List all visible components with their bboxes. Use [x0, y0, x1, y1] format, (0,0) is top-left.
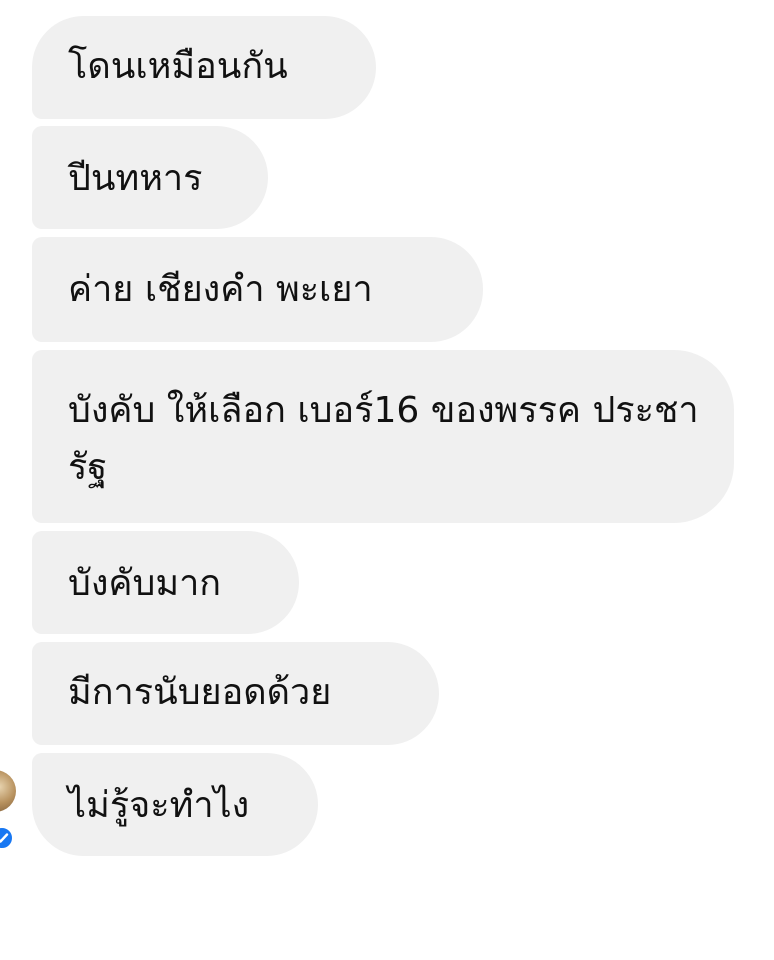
message-bubble[interactable]: ไม่รู้จะทำไง	[32, 753, 318, 856]
message-thread: โดนเหมือนกัน ปีนทหาร ค่าย เชียงคำ พะเยา …	[0, 0, 774, 960]
message-bubble[interactable]: ค่าย เชียงคำ พะเยา	[32, 237, 483, 342]
message-bubble[interactable]: ปีนทหาร	[32, 126, 268, 229]
message-bubble[interactable]: มีการนับยอดด้วย	[32, 642, 439, 745]
message-bubble[interactable]: บังคับมาก	[32, 531, 299, 634]
sender-avatar[interactable]	[0, 770, 16, 812]
message-bubble[interactable]: บังคับ ให้เลือก เบอร์16 ของพรรค ประชารัฐ	[32, 350, 734, 523]
message-bubble[interactable]: โดนเหมือนกัน	[32, 16, 376, 119]
messenger-check-icon	[0, 826, 14, 850]
